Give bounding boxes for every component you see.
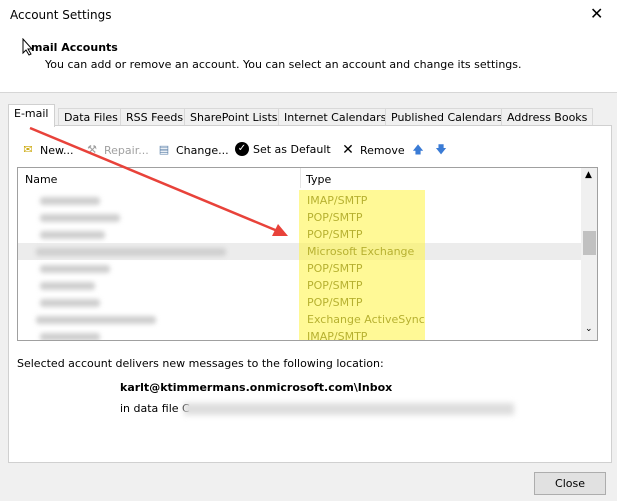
- change-icon: ▤: [158, 143, 170, 156]
- window-title: Account Settings: [10, 8, 112, 22]
- new-label: New...: [40, 143, 74, 157]
- column-header-type[interactable]: Type: [306, 173, 331, 186]
- repair-button[interactable]: ⚒ Repair...: [84, 142, 149, 158]
- repair-icon: ⚒: [87, 143, 97, 156]
- arrow-down-icon: 🡇: [435, 143, 447, 156]
- set-default-button[interactable]: ✓ Set as Default: [235, 142, 331, 156]
- set-default-label: Set as Default: [253, 142, 331, 156]
- arrow-up-icon: 🡅: [412, 143, 424, 156]
- scroll-down-icon[interactable]: ⌄: [585, 324, 593, 334]
- change-label: Change...: [176, 143, 229, 157]
- tab-published-calendars[interactable]: Published Calendars: [385, 108, 509, 126]
- tab-rss-feeds[interactable]: RSS Feeds: [120, 108, 190, 126]
- column-header-name[interactable]: Name: [25, 173, 57, 186]
- scrollbar[interactable]: ▲ ⌄: [581, 168, 597, 340]
- move-down-button[interactable]: 🡇: [433, 142, 449, 158]
- repair-label: Repair...: [104, 143, 149, 157]
- data-file-path-redacted: [184, 403, 514, 415]
- remove-button[interactable]: ✕ Remove: [340, 142, 405, 158]
- checkmark-circle-icon: ✓: [235, 142, 249, 156]
- close-icon[interactable]: ✕: [590, 4, 603, 23]
- tab-sharepoint-lists[interactable]: SharePoint Lists: [184, 108, 284, 126]
- section-subtitle: You can add or remove an account. You ca…: [45, 58, 522, 71]
- delivery-label: Selected account delivers new messages t…: [17, 357, 384, 370]
- delivery-location: karlt@ktimmermans.onmicrosoft.com\Inbox: [120, 381, 393, 394]
- tab-data-files[interactable]: Data Files: [58, 108, 124, 126]
- column-divider[interactable]: [300, 168, 301, 188]
- section-title: mail Accounts: [31, 41, 118, 54]
- x-icon: ✕: [342, 142, 354, 158]
- tab-email[interactable]: E-mail: [8, 104, 55, 127]
- change-button[interactable]: ▤ Change...: [156, 142, 229, 158]
- scroll-up-icon[interactable]: ▲: [585, 170, 592, 180]
- tab-internet-calendars[interactable]: Internet Calendars: [278, 108, 393, 126]
- new-button[interactable]: ✉ New...: [20, 142, 73, 158]
- move-up-button[interactable]: 🡅: [410, 142, 426, 158]
- remove-label: Remove: [360, 143, 405, 157]
- tab-address-books[interactable]: Address Books: [501, 108, 594, 126]
- highlight-annotation: [299, 190, 425, 340]
- data-file-label: in data file C: [120, 402, 190, 415]
- scrollbar-thumb[interactable]: [583, 231, 596, 255]
- new-account-icon: ✉: [23, 143, 33, 156]
- account-list[interactable]: Name Type IMAP/SMTP POP/SMTP POP/SMTP Mi…: [17, 167, 598, 341]
- close-button[interactable]: Close: [534, 472, 606, 495]
